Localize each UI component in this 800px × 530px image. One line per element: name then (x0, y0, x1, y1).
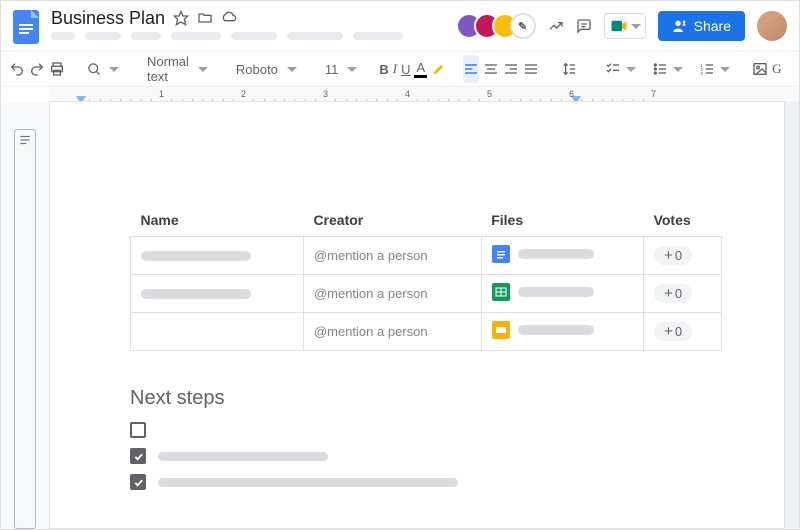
cell-votes[interactable]: + 0 (644, 313, 722, 351)
align-justify-button[interactable] (523, 55, 539, 83)
redo-button[interactable] (29, 55, 45, 83)
ruler-number: 2 (241, 89, 246, 99)
italic-button[interactable]: I (393, 55, 397, 83)
placeholder-text (158, 452, 328, 461)
section-heading[interactable]: Next steps (130, 387, 722, 410)
document-page[interactable]: NameCreatorFilesVotes @mention a person +… (49, 101, 785, 529)
menu-item[interactable] (85, 32, 121, 40)
numbered-list-button[interactable]: 123 (693, 55, 736, 83)
account-avatar[interactable] (757, 11, 787, 41)
checkbox-icon[interactable] (130, 474, 146, 490)
folder-move-icon[interactable] (197, 10, 213, 26)
share-button[interactable]: Share (658, 11, 745, 41)
table-header: Votes (644, 212, 722, 237)
style-select[interactable]: Normal text (141, 55, 214, 83)
menu-bar[interactable] (51, 32, 446, 40)
font-select-label: Roboto (236, 62, 278, 77)
text-color-button[interactable]: A (414, 55, 427, 83)
content-table[interactable]: NameCreatorFilesVotes @mention a person +… (130, 212, 722, 351)
print-button[interactable] (49, 55, 65, 83)
checklist-item[interactable] (130, 448, 722, 464)
insert-image-button[interactable] (752, 55, 768, 83)
collaborator-avatar[interactable]: ✎ (510, 13, 536, 39)
doc-title[interactable]: Business Plan (51, 8, 165, 29)
share-button-label: Share (694, 18, 731, 34)
align-right-button[interactable] (503, 55, 519, 83)
align-center-button[interactable] (483, 55, 499, 83)
cell-creator[interactable]: @mention a person (303, 237, 481, 275)
slide-file-icon (492, 321, 510, 339)
ruler-number: 3 (323, 89, 328, 99)
cell-name[interactable] (131, 313, 304, 351)
menu-item[interactable] (231, 32, 277, 40)
google-docs-app: Business Plan ✎ Share Normal text Roboto… (0, 0, 800, 530)
undo-button[interactable] (9, 55, 25, 83)
ruler-number: 6 (569, 89, 574, 99)
cell-creator[interactable]: @mention a person (303, 275, 481, 313)
ruler-number: 4 (405, 89, 410, 99)
line-spacing-button[interactable] (555, 55, 583, 83)
table-row[interactable]: @mention a person + 0 (131, 275, 722, 313)
vote-chip[interactable]: + 0 (654, 246, 692, 265)
svg-text:3: 3 (700, 71, 703, 76)
menu-item[interactable] (131, 32, 161, 40)
style-select-label: Normal text (147, 54, 189, 84)
cell-name[interactable] (131, 275, 304, 313)
activity-icon[interactable] (548, 18, 564, 34)
checklist-item[interactable] (130, 474, 722, 490)
collaborator-avatars[interactable]: ✎ (456, 13, 536, 39)
checklist-item[interactable] (130, 422, 722, 438)
bold-button[interactable]: B (379, 55, 388, 83)
outline-gutter (1, 101, 49, 529)
table-header: Creator (303, 212, 481, 237)
ruler-number: 5 (487, 89, 492, 99)
cell-file[interactable] (481, 275, 643, 313)
cell-votes[interactable]: + 0 (644, 275, 722, 313)
outline-icon[interactable] (14, 129, 36, 529)
table-header: Name (131, 212, 304, 237)
font-size-select[interactable]: 11 (319, 55, 364, 83)
cell-creator[interactable]: @mention a person (303, 313, 481, 351)
cell-file[interactable] (481, 237, 643, 275)
zoom-select[interactable] (81, 55, 125, 83)
vote-chip[interactable]: + 0 (654, 322, 692, 341)
header-bar: Business Plan ✎ Share (1, 1, 799, 45)
table-header: Files (481, 212, 643, 237)
cell-votes[interactable]: + 0 (644, 237, 722, 275)
table-row[interactable]: @mention a person + 0 (131, 237, 722, 275)
table-row[interactable]: @mention a person + 0 (131, 313, 722, 351)
menu-item[interactable] (171, 32, 221, 40)
vote-chip[interactable]: + 0 (654, 284, 692, 303)
toolbar: Normal text Roboto 11 B I U A 123 G (1, 51, 799, 87)
comments-icon[interactable] (576, 18, 592, 34)
cell-file[interactable] (481, 313, 643, 351)
menu-item[interactable] (51, 32, 75, 40)
bulleted-list-button[interactable] (646, 55, 689, 83)
menu-item[interactable] (353, 32, 403, 40)
meet-button[interactable] (604, 13, 646, 39)
font-select[interactable]: Roboto (230, 55, 303, 83)
checkbox-icon[interactable] (130, 422, 146, 438)
underline-button[interactable]: U (401, 55, 410, 83)
align-left-button[interactable] (463, 55, 479, 83)
ruler-number: 7 (651, 89, 656, 99)
placeholder-text (158, 478, 458, 487)
cell-name[interactable] (131, 237, 304, 275)
document-canvas: NameCreatorFilesVotes @mention a person +… (1, 101, 799, 529)
menu-item[interactable] (287, 32, 343, 40)
checklist-button[interactable] (599, 55, 642, 83)
insert-link-button[interactable]: G (772, 55, 781, 83)
cloud-status-icon[interactable] (221, 10, 237, 26)
font-size-label: 11 (325, 62, 339, 77)
star-icon[interactable] (173, 10, 189, 26)
checkbox-icon[interactable] (130, 448, 146, 464)
sheet-file-icon (492, 283, 510, 301)
ruler-number: 1 (159, 89, 164, 99)
highlight-button[interactable] (431, 55, 447, 83)
doc-file-icon (492, 245, 510, 263)
docs-logo-icon[interactable] (11, 9, 41, 45)
